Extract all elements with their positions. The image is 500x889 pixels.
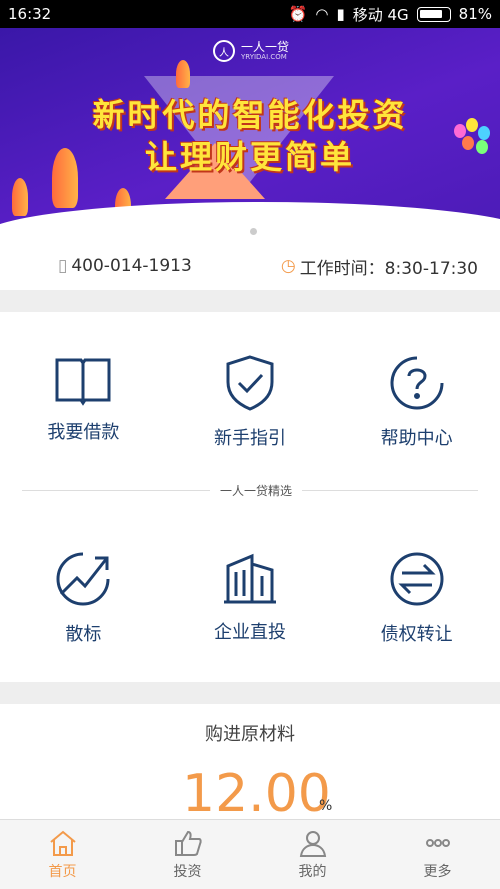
product-label: 债权转让 [380, 624, 453, 645]
phone-info[interactable]: ▯ 400-014-1913 [58, 256, 192, 276]
logo-subtext: YRYIDAI.COM [241, 53, 287, 61]
rocket-small-icon [12, 178, 28, 216]
product-rate-unit: % [319, 798, 333, 814]
phone-icon: ▯ [58, 256, 68, 276]
banner-slogan-line1: 新时代的智能化投资 [92, 96, 408, 134]
working-hours: 工作时间：8:30-17:30 [299, 258, 478, 279]
tab-label: 首页 [48, 863, 77, 880]
quick-link-borrow[interactable]: 我要借款 [0, 354, 167, 450]
features-section: 我要借款 新手指引 帮助中心 一人一贷精选 散标 企业直投 债权转让 [0, 312, 500, 682]
banner-cloud-decoration [0, 202, 500, 242]
quick-links-grid: 我要借款 新手指引 帮助中心 [0, 354, 500, 450]
building-icon [223, 553, 276, 604]
bottom-tab-bar: 首页 投资 我的 更多 [0, 819, 500, 889]
contact-info-bar: ▯ 400-014-1913 ◷ 工作时间：8:30-17:30 [0, 242, 500, 290]
rocket-small-icon [176, 60, 190, 88]
quick-link-label: 我要借款 [47, 422, 120, 443]
banner-logo: 人 一人一贷 YRYIDAI.COM [213, 40, 289, 62]
battery-percent: 81% [458, 5, 492, 23]
user-icon [299, 830, 326, 857]
balloons-icon [454, 118, 494, 178]
product-rate: 12.00 [182, 764, 331, 824]
battery-icon [416, 6, 451, 22]
pagination-dot[interactable] [237, 228, 244, 235]
quick-link-guide[interactable]: 新手指引 [167, 354, 334, 450]
tab-invest[interactable]: 投资 [125, 820, 250, 889]
more-icon [425, 838, 450, 847]
product-card-title: 购进原材料 [205, 724, 295, 745]
products-grid: 散标 企业直投 债权转让 [0, 550, 500, 646]
tab-mine[interactable]: 我的 [250, 820, 375, 889]
trend-up-icon [56, 552, 110, 606]
section-title: 一人一贷精选 [210, 482, 303, 499]
quick-link-label: 新手指引 [213, 428, 286, 449]
product-scattered-bid[interactable]: 散标 [0, 550, 167, 646]
product-card[interactable]: 购进原材料 12.00 % [0, 704, 500, 824]
transfer-icon [390, 552, 444, 606]
rocket-icon [52, 148, 78, 208]
promo-banner[interactable]: 人 一人一贷 YRYIDAI.COM 新时代的智能化投资 让理财更简单 [0, 28, 500, 242]
tab-more[interactable]: 更多 [375, 820, 500, 889]
clock-icon: ◷ [280, 256, 296, 276]
tab-label: 更多 [423, 863, 452, 880]
carrier-label: 移动 4G [352, 5, 409, 24]
quick-link-label: 帮助中心 [380, 428, 453, 449]
alarm-icon: ⏰ [288, 5, 308, 23]
banner-pagination[interactable] [237, 228, 257, 235]
tab-label: 投资 [173, 863, 202, 880]
status-bar: 16:32 ⏰ ◠ ▮ 移动 4G 81% [0, 0, 500, 28]
quick-link-help[interactable]: 帮助中心 [333, 354, 500, 450]
product-label: 散标 [65, 624, 102, 645]
working-hours-info: ◷ 工作时间：8:30-17:30 [281, 254, 478, 279]
signal-icon: ▮ [336, 5, 345, 23]
tab-home[interactable]: 首页 [0, 820, 125, 889]
home-icon [49, 830, 76, 856]
tab-label: 我的 [298, 863, 327, 880]
book-icon [55, 358, 111, 406]
wifi-icon: ◠ [315, 5, 329, 23]
logo-text: 一人一贷 [241, 40, 290, 54]
status-time: 16:32 [8, 5, 52, 23]
thumb-up-icon [174, 830, 202, 856]
phone-number[interactable]: 400-014-1913 [71, 256, 191, 276]
question-icon [390, 356, 444, 410]
logo-mark-icon: 人 [213, 40, 235, 62]
product-enterprise-invest[interactable]: 企业直投 [167, 550, 334, 646]
product-debt-transfer[interactable]: 债权转让 [333, 550, 500, 646]
shield-check-icon [226, 355, 274, 411]
product-label: 企业直投 [213, 622, 286, 643]
pagination-dot[interactable] [250, 228, 257, 235]
